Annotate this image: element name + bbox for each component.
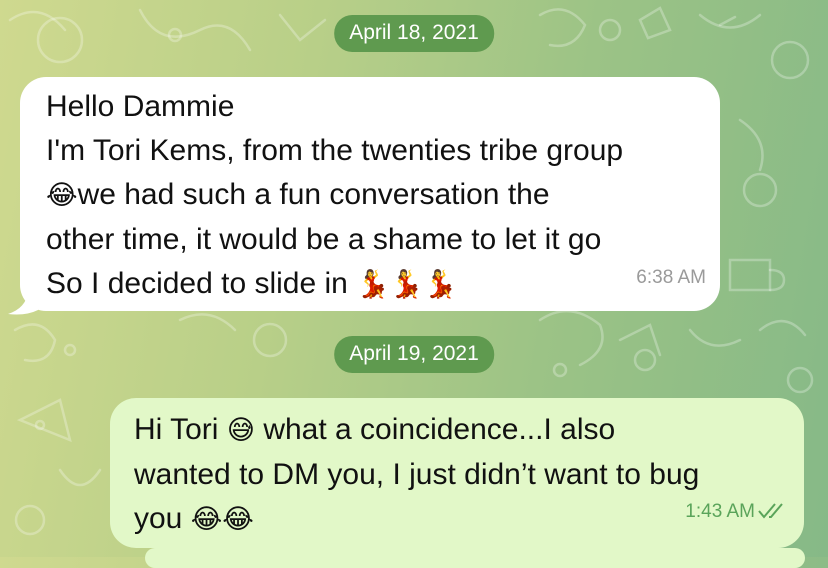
message-line-text: Hi Tori xyxy=(134,413,219,446)
laughing-tears-emoji: 😂 xyxy=(190,504,223,535)
message-bubble-incoming[interactable]: Hello Dammie I'm Tori Kems, from the twe… xyxy=(20,77,720,311)
dancer-emoji: 💃 xyxy=(356,269,390,300)
message-line: 😂we had such a fun conversation the xyxy=(46,173,623,218)
message-text: Hello Dammie I'm Tori Kems, from the twe… xyxy=(46,85,623,307)
date-separator: April 19, 2021 xyxy=(334,336,494,373)
double-check-icon xyxy=(758,503,783,519)
laughing-tears-emoji: 😂 xyxy=(222,504,254,535)
message-time: 6:38 AM xyxy=(636,267,706,288)
message-time: 1:43 AM xyxy=(685,490,788,534)
message-line-text: what a coincidence...I also xyxy=(263,413,616,446)
message-text: Hi Tori 😅 what a coincidence...I also wa… xyxy=(134,408,699,542)
dancer-emoji: 💃 xyxy=(389,269,424,300)
message-bubble-outgoing-partial[interactable] xyxy=(145,548,805,568)
laughing-tears-emoji: 😂 xyxy=(46,180,78,211)
message-line: wanted to DM you, I just didn’t want to … xyxy=(134,458,700,491)
message-time-text: 1:43 AM xyxy=(685,501,755,522)
message-line: Hello Dammie xyxy=(46,90,235,123)
message-line: you 😂😂 xyxy=(134,497,699,542)
message-line-text: we had such a fun conversation the xyxy=(77,178,550,211)
message-line-text: So I decided to slide in xyxy=(46,267,348,300)
date-separator: April 18, 2021 xyxy=(334,15,494,52)
message-line: other time, it would be a shame to let i… xyxy=(46,223,602,256)
message-line: I'm Tori Kems, from the twenties tribe g… xyxy=(46,134,624,167)
dancer-emoji: 💃 xyxy=(423,269,458,300)
message-line-text: you xyxy=(134,502,183,535)
message-line: Hi Tori 😅 what a coincidence...I also xyxy=(134,408,699,453)
message-line: So I decided to slide in 💃💃💃 xyxy=(46,262,623,307)
message-bubble-outgoing[interactable]: Hi Tori 😅 what a coincidence...I also wa… xyxy=(110,398,804,548)
sweat-smile-emoji: 😅 xyxy=(226,415,255,446)
